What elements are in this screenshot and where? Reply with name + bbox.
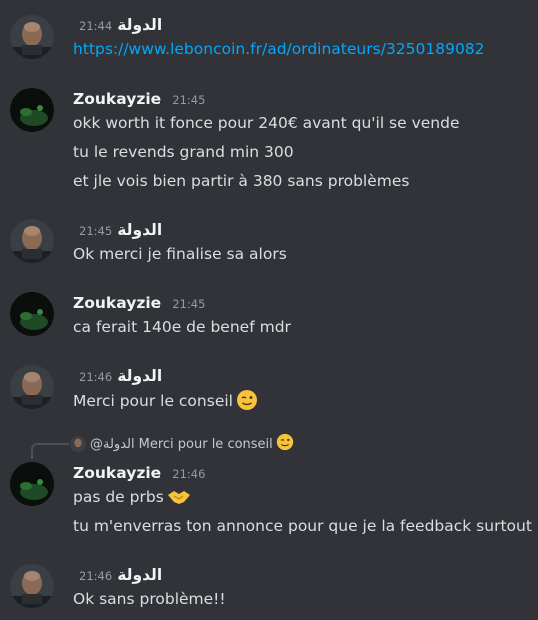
author-name[interactable]: الدولة <box>117 367 162 385</box>
winking-face-emoji <box>236 389 258 417</box>
chat-messages: الدولة 21:44 https://www.leboncoin.fr/ad… <box>0 0 538 620</box>
message-timestamp: 21:46 <box>79 569 113 583</box>
author-name[interactable]: الدولة <box>117 566 162 584</box>
message-text: tu le revends grand min 300 <box>73 143 294 161</box>
message-timestamp: 21:46 <box>79 370 113 384</box>
message-timestamp: 21:45 <box>79 224 113 238</box>
message-timestamp: 21:45 <box>172 297 206 311</box>
message-text: et jle vois bien partir à 380 sans probl… <box>73 172 410 190</box>
message-text-content: Merci pour le conseil <box>73 392 233 410</box>
message-text-content: pas de prbs <box>73 488 164 506</box>
author-name[interactable]: الدولة <box>117 16 162 34</box>
message-text: pas de prbs <box>73 486 191 513</box>
message-text: ca ferait 140e de benef mdr <box>73 318 291 336</box>
reply-text: Merci pour le conseil <box>138 436 273 452</box>
message-timestamp: 21:45 <box>172 93 206 107</box>
dark-green-avatar-icon[interactable] <box>10 462 54 506</box>
message-text: okk worth it fonce pour 240€ avant qu'il… <box>73 114 460 132</box>
message-text: Merci pour le conseil <box>73 389 258 417</box>
reply-preview[interactable]: @الدولة Merci pour le conseil <box>70 433 294 455</box>
message-link[interactable]: https://www.leboncoin.fr/ad/ordinateurs/… <box>73 38 485 60</box>
reply-spine <box>31 443 69 459</box>
author-name[interactable]: الدولة <box>117 221 162 239</box>
author-name[interactable]: Zoukayzie <box>73 90 161 108</box>
dark-green-avatar-icon[interactable] <box>10 292 54 336</box>
bald-man-avatar-icon[interactable] <box>10 219 54 263</box>
message-timestamp: 21:44 <box>79 19 113 33</box>
message-text: Ok merci je finalise sa alors <box>73 245 287 263</box>
message-timestamp: 21:46 <box>172 467 206 481</box>
reply-author[interactable]: @الدولة <box>90 437 135 452</box>
message-text: tu m'enverras ton annonce pour que je la… <box>73 517 538 535</box>
author-name[interactable]: Zoukayzie <box>73 464 161 482</box>
dark-green-avatar-icon[interactable] <box>10 88 54 132</box>
bald-man-avatar-icon[interactable] <box>10 15 54 59</box>
message-text: Ok sans problème!! <box>73 590 226 608</box>
handshake-emoji <box>167 487 191 513</box>
bald-man-avatar-icon <box>70 436 86 452</box>
winking-face-emoji <box>276 433 294 455</box>
author-name[interactable]: Zoukayzie <box>73 294 161 312</box>
bald-man-avatar-icon[interactable] <box>10 564 54 608</box>
bald-man-avatar-icon[interactable] <box>10 365 54 409</box>
